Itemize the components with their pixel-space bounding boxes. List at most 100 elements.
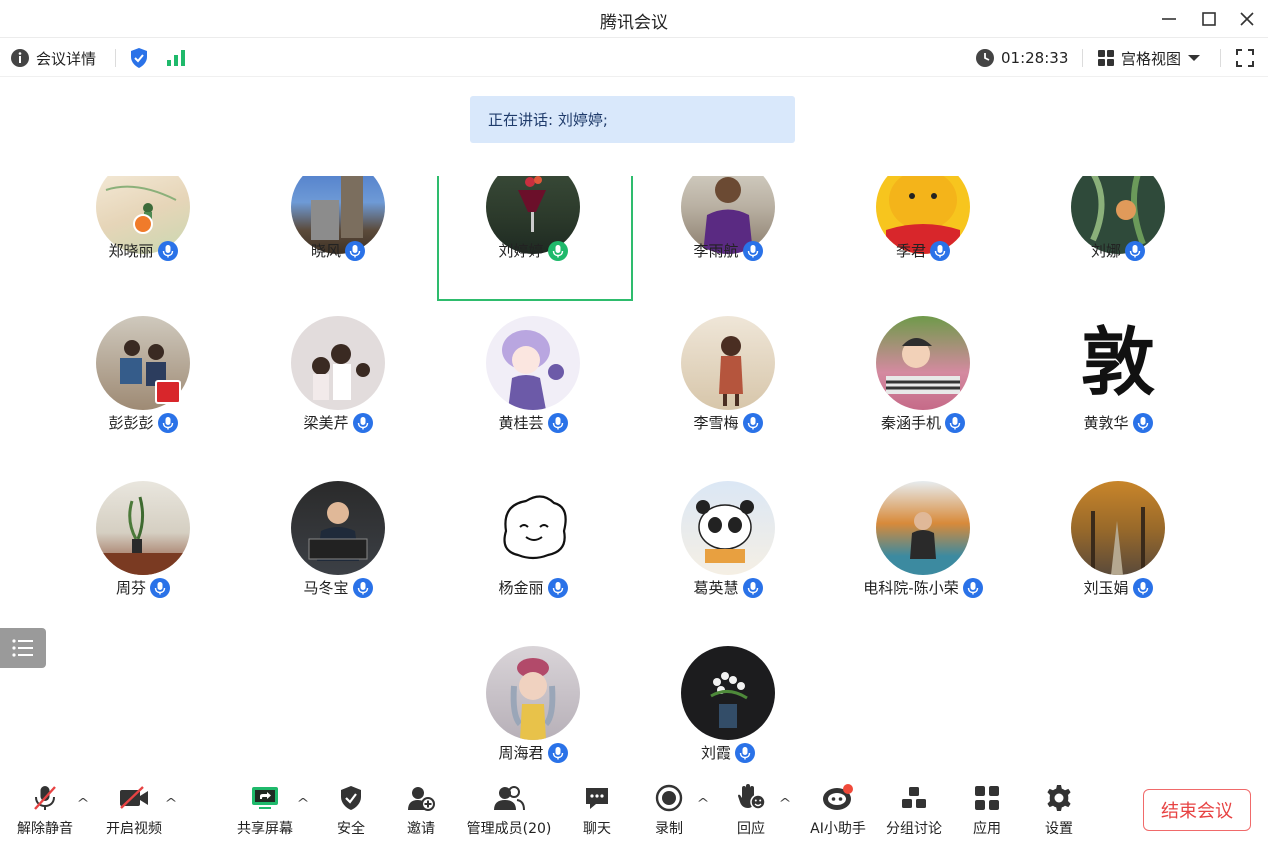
participant-tile[interactable]: 周海君: [435, 646, 631, 771]
mic-icon: [547, 577, 568, 598]
ai-assistant-button[interactable]: AI小助手: [806, 782, 870, 838]
mic-icon: [962, 577, 983, 598]
participant-name: 郑晓丽: [108, 242, 154, 260]
react-options-caret[interactable]: ^: [778, 796, 791, 810]
participant-name-row: 电科院-陈小荣: [825, 577, 1021, 598]
apps-button[interactable]: 应用: [966, 782, 1008, 838]
invite-button[interactable]: 邀请: [400, 782, 442, 838]
participant-tile[interactable]: 李雨航: [630, 176, 826, 285]
divider: [115, 49, 116, 67]
info-icon: [11, 49, 29, 67]
chat-label: 聊天: [583, 821, 611, 837]
close-button[interactable]: [1234, 6, 1260, 32]
chat-icon: [586, 788, 608, 809]
avatar: [291, 316, 385, 410]
breakout-rooms-button[interactable]: 分组讨论: [882, 782, 946, 838]
start-video-label: 开启视频: [106, 821, 162, 837]
mic-muted-icon: [34, 786, 56, 810]
unmute-button[interactable]: 解除静音: [14, 782, 76, 838]
grid-view-dropdown[interactable]: 宫格视图: [1097, 39, 1201, 77]
manage-members-label: 管理成员(20): [466, 821, 552, 837]
participant-name-row: 周海君: [435, 742, 631, 763]
participant-tile[interactable]: 季君: [825, 176, 1021, 285]
participant-tile[interactable]: 刘玉娟: [1020, 481, 1216, 606]
participant-tile[interactable]: 敦 黄敦华: [1020, 316, 1216, 441]
video-options-caret[interactable]: ^: [164, 796, 177, 810]
host-badge-icon: [133, 214, 153, 234]
fullscreen-button[interactable]: [1236, 39, 1254, 77]
unmute-label: 解除静音: [17, 821, 73, 837]
participant-tile[interactable]: 彭彭彭: [45, 316, 241, 441]
start-video-button[interactable]: 开启视频: [102, 782, 166, 838]
participant-name: 秦涵手机: [880, 414, 941, 432]
participant-name-row: 刘娜: [1020, 240, 1216, 261]
participant-tile[interactable]: 周芬: [45, 481, 241, 606]
participant-name-row: 黄桂芸: [435, 412, 631, 433]
participant-name: 季君: [895, 242, 926, 260]
participant-name: 李雪梅: [693, 414, 739, 432]
manage-members-button[interactable]: 管理成员(20): [462, 782, 556, 838]
apps-label: 应用: [973, 821, 1001, 837]
mic-icon: [742, 412, 763, 433]
sidebar-list-button[interactable]: [0, 628, 46, 668]
mic-icon: [157, 412, 178, 433]
meeting-details-button[interactable]: 会议详情: [10, 39, 96, 77]
participant-name: 电科院-陈小荣: [863, 579, 959, 597]
minimize-button[interactable]: [1156, 6, 1182, 32]
participant-tile[interactable]: 杨金丽: [435, 481, 631, 606]
avatar: [681, 481, 775, 575]
share-screen-button[interactable]: 共享屏幕: [232, 782, 298, 838]
participant-name: 梁美芹: [303, 414, 349, 432]
participant-tile[interactable]: 刘霞: [630, 646, 826, 771]
mic-icon: [157, 240, 178, 261]
signal-strength-icon[interactable]: [166, 39, 186, 77]
participant-name-row: 彭彭彭: [45, 412, 241, 433]
minimize-icon: [1162, 18, 1176, 20]
record-button[interactable]: 录制: [648, 782, 690, 838]
mic-icon: [1125, 240, 1145, 261]
avatar: [681, 646, 775, 740]
participant-tile[interactable]: 黄桂芸: [435, 316, 631, 441]
participant-name-row: 黄敦华: [1020, 412, 1216, 433]
participant-tile[interactable]: 秦涵手机: [825, 316, 1021, 441]
participant-name-row: 季君: [825, 240, 1021, 261]
audio-options-caret[interactable]: ^: [76, 796, 89, 810]
members-icon: [494, 786, 525, 811]
security-button[interactable]: 安全: [330, 782, 372, 838]
security-shield-icon[interactable]: [129, 39, 149, 77]
avatar: [291, 481, 385, 575]
react-button[interactable]: 回应: [730, 782, 772, 838]
avatar: [486, 316, 580, 410]
meeting-details-label: 会议详情: [36, 49, 97, 68]
end-meeting-button[interactable]: 结束会议: [1143, 789, 1251, 831]
settings-button[interactable]: 设置: [1038, 782, 1080, 838]
gear-icon: [1047, 785, 1071, 811]
avatar: [486, 481, 580, 575]
participant-tile[interactable]: 郑晓丽: [45, 176, 241, 285]
mic-icon: [945, 412, 965, 433]
record-label: 录制: [655, 821, 683, 837]
participant-tile[interactable]: 晓风: [240, 176, 436, 285]
mic-icon: [352, 577, 373, 598]
settings-label: 设置: [1045, 821, 1073, 837]
participant-tile[interactable]: 葛英慧: [630, 481, 826, 606]
clock-icon: [976, 49, 994, 67]
participant-name: 晓风: [310, 242, 341, 260]
participant-tile[interactable]: 李雪梅: [630, 316, 826, 441]
participant-tile[interactable]: 梁美芹: [240, 316, 436, 441]
participant-name: 彭彭彭: [108, 414, 154, 432]
participant-name: 葛英慧: [693, 579, 739, 597]
participant-tile[interactable]: 电科院-陈小荣: [825, 481, 1021, 606]
maximize-button[interactable]: [1196, 6, 1222, 32]
record-options-caret[interactable]: ^: [696, 796, 709, 810]
participant-name-row: 李雪梅: [630, 412, 826, 433]
participant-tile[interactable]: 马冬宝: [240, 481, 436, 606]
mic-icon: [150, 577, 170, 598]
chat-button[interactable]: 聊天: [576, 782, 618, 838]
participant-name: 刘霞: [700, 744, 731, 762]
share-options-caret[interactable]: ^: [296, 796, 309, 810]
participant-tile[interactable]: 刘娜: [1020, 176, 1216, 285]
window-title: 腾讯会议: [600, 13, 668, 33]
mic-icon: [742, 240, 763, 261]
record-icon: [655, 784, 683, 812]
